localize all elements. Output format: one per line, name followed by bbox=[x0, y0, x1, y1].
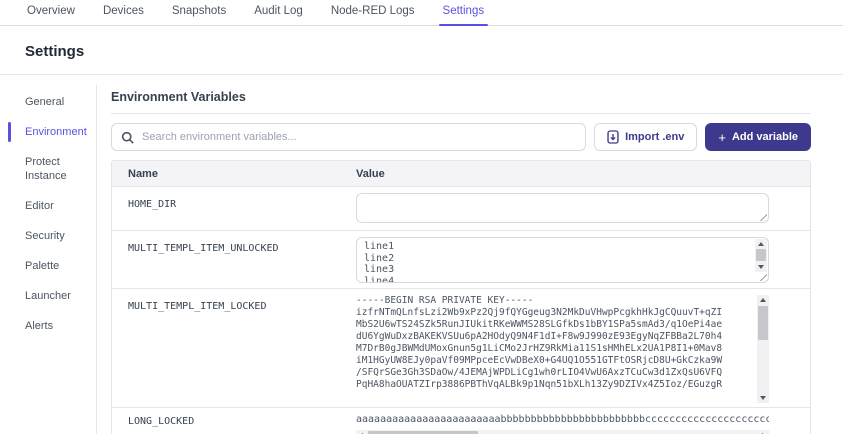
environment-panel: Environment Variables Import .env + Add … bbox=[111, 85, 811, 434]
env-name-long-locked: LONG_LOCKED bbox=[128, 416, 195, 427]
env-value-multi-unlocked-textarea[interactable]: line1 line2 line3 line4 bbox=[356, 237, 769, 283]
page-title-section: Settings bbox=[0, 26, 843, 75]
table-row: HOME_DIR bbox=[112, 187, 810, 231]
table-header: Name Value bbox=[112, 161, 810, 187]
scroll-up-button[interactable] bbox=[757, 295, 769, 305]
sidebar-item-editor[interactable]: Editor bbox=[25, 191, 96, 221]
env-name-multi-unlocked: MULTI_TEMPL_ITEM_UNLOCKED bbox=[128, 243, 279, 254]
env-name-multi-locked: MULTI_TEMPL_ITEM_LOCKED bbox=[128, 301, 267, 312]
env-toolbar: Import .env + Add variable bbox=[111, 123, 811, 151]
scrollbar-thumb[interactable] bbox=[756, 249, 766, 261]
search-input[interactable] bbox=[142, 131, 577, 143]
import-env-button[interactable]: Import .env bbox=[594, 123, 698, 151]
sidebar-item-palette[interactable]: Palette bbox=[25, 251, 96, 281]
vertical-scrollbar[interactable] bbox=[755, 239, 767, 272]
table-row: MULTI_TEMPL_ITEM_LOCKED -----BEGIN RSA P… bbox=[112, 289, 810, 408]
sidebar-item-security[interactable]: Security bbox=[25, 221, 96, 251]
scroll-down-button[interactable] bbox=[757, 393, 769, 403]
table-row: LONG_LOCKED aaaaaaaaaaaaaaaaaaaaaaaabbbb… bbox=[112, 408, 810, 434]
add-variable-label: Add variable bbox=[731, 131, 798, 143]
import-file-icon bbox=[607, 130, 619, 144]
tab-settings[interactable]: Settings bbox=[438, 0, 488, 26]
column-header-value: Value bbox=[356, 167, 385, 180]
scroll-left-button[interactable] bbox=[356, 430, 366, 434]
env-name-home-dir: HOME_DIR bbox=[128, 199, 177, 210]
tab-snapshots[interactable]: Snapshots bbox=[170, 0, 228, 25]
search-icon bbox=[121, 131, 134, 144]
search-box[interactable] bbox=[111, 123, 587, 151]
column-header-name: Name bbox=[128, 167, 158, 180]
sidebar-item-protect-instance[interactable]: Protect Instance bbox=[25, 147, 96, 191]
import-env-label: Import .env bbox=[625, 131, 685, 143]
top-nav: Overview Devices Snapshots Audit Log Nod… bbox=[0, 0, 843, 26]
tab-devices[interactable]: Devices bbox=[101, 0, 146, 25]
sidebar-item-launcher[interactable]: Launcher bbox=[25, 281, 96, 311]
sidebar-item-general[interactable]: General bbox=[25, 87, 96, 117]
panel-title: Environment Variables bbox=[111, 85, 811, 114]
scroll-down-button[interactable] bbox=[755, 262, 767, 272]
tab-node-red-logs[interactable]: Node-RED Logs bbox=[329, 0, 417, 25]
table-row: MULTI_TEMPL_ITEM_UNLOCKED line1 line2 li… bbox=[112, 231, 810, 289]
env-value-multi-unlocked: line1 line2 line3 line4 bbox=[364, 241, 395, 282]
plus-icon: + bbox=[718, 129, 726, 145]
sidebar-item-environment[interactable]: Environment bbox=[8, 117, 96, 147]
horizontal-scrollbar[interactable] bbox=[356, 430, 769, 434]
scroll-up-button[interactable] bbox=[755, 239, 767, 249]
env-value-multi-locked: -----BEGIN RSA PRIVATE KEY----- izfrNTmQ… bbox=[356, 295, 723, 390]
env-variables-table: Name Value HOME_DIR MULTI_TEMPL_ITEM_UNL… bbox=[111, 160, 811, 434]
scrollbar-thumb[interactable] bbox=[758, 306, 768, 340]
env-value-home-dir-textarea[interactable] bbox=[356, 193, 769, 223]
settings-sidebar: General Environment Protect Instance Edi… bbox=[0, 85, 97, 434]
sidebar-item-alerts[interactable]: Alerts bbox=[25, 311, 96, 341]
add-variable-button[interactable]: + Add variable bbox=[705, 123, 811, 151]
tab-audit-log[interactable]: Audit Log bbox=[252, 0, 305, 25]
vertical-scrollbar[interactable] bbox=[757, 295, 769, 403]
scroll-right-button[interactable] bbox=[759, 430, 769, 434]
tab-overview[interactable]: Overview bbox=[25, 0, 77, 25]
env-value-long-locked: aaaaaaaaaaaaaaaaaaaaaaaabbbbbbbbbbbbbbbb… bbox=[356, 414, 769, 425]
env-value-home-dir bbox=[357, 194, 768, 222]
page-title: Settings bbox=[25, 43, 85, 60]
